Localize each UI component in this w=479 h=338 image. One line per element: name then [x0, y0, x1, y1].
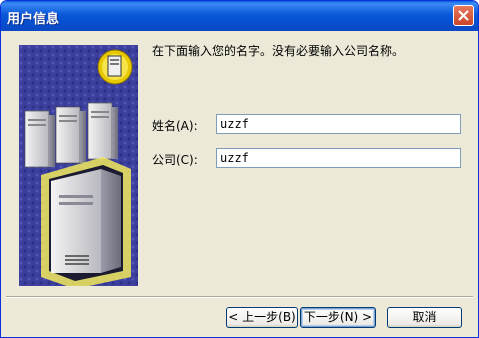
name-label: 姓名(A): [152, 119, 198, 133]
separator [6, 296, 473, 298]
company-label: 公司(C): [152, 153, 198, 167]
window-title: 用户信息 [7, 12, 60, 27]
dialog-body: 在下面输入您的名字。没有必要输入公司名称。 姓名(A): 公司(C): < 上一… [1, 31, 478, 337]
close-button[interactable] [453, 5, 474, 26]
server-illustration [19, 45, 138, 286]
name-input[interactable] [216, 114, 461, 134]
instruction-text: 在下面输入您的名字。没有必要输入公司名称。 [152, 44, 405, 58]
cancel-button[interactable]: 取消 [387, 307, 462, 328]
next-button[interactable]: 下一步(N) > [300, 307, 376, 328]
user-info-dialog: 用户信息 在下面输入您的名字。没有必要输入公司名称。 姓名(A): uzzf 公… [0, 0, 479, 338]
server-badge-icon [97, 49, 133, 85]
title-bar[interactable]: 用户信息 [1, 1, 478, 31]
company-input[interactable] [216, 148, 461, 168]
back-button[interactable]: < 上一步(B) [226, 307, 298, 328]
close-icon [458, 10, 469, 21]
